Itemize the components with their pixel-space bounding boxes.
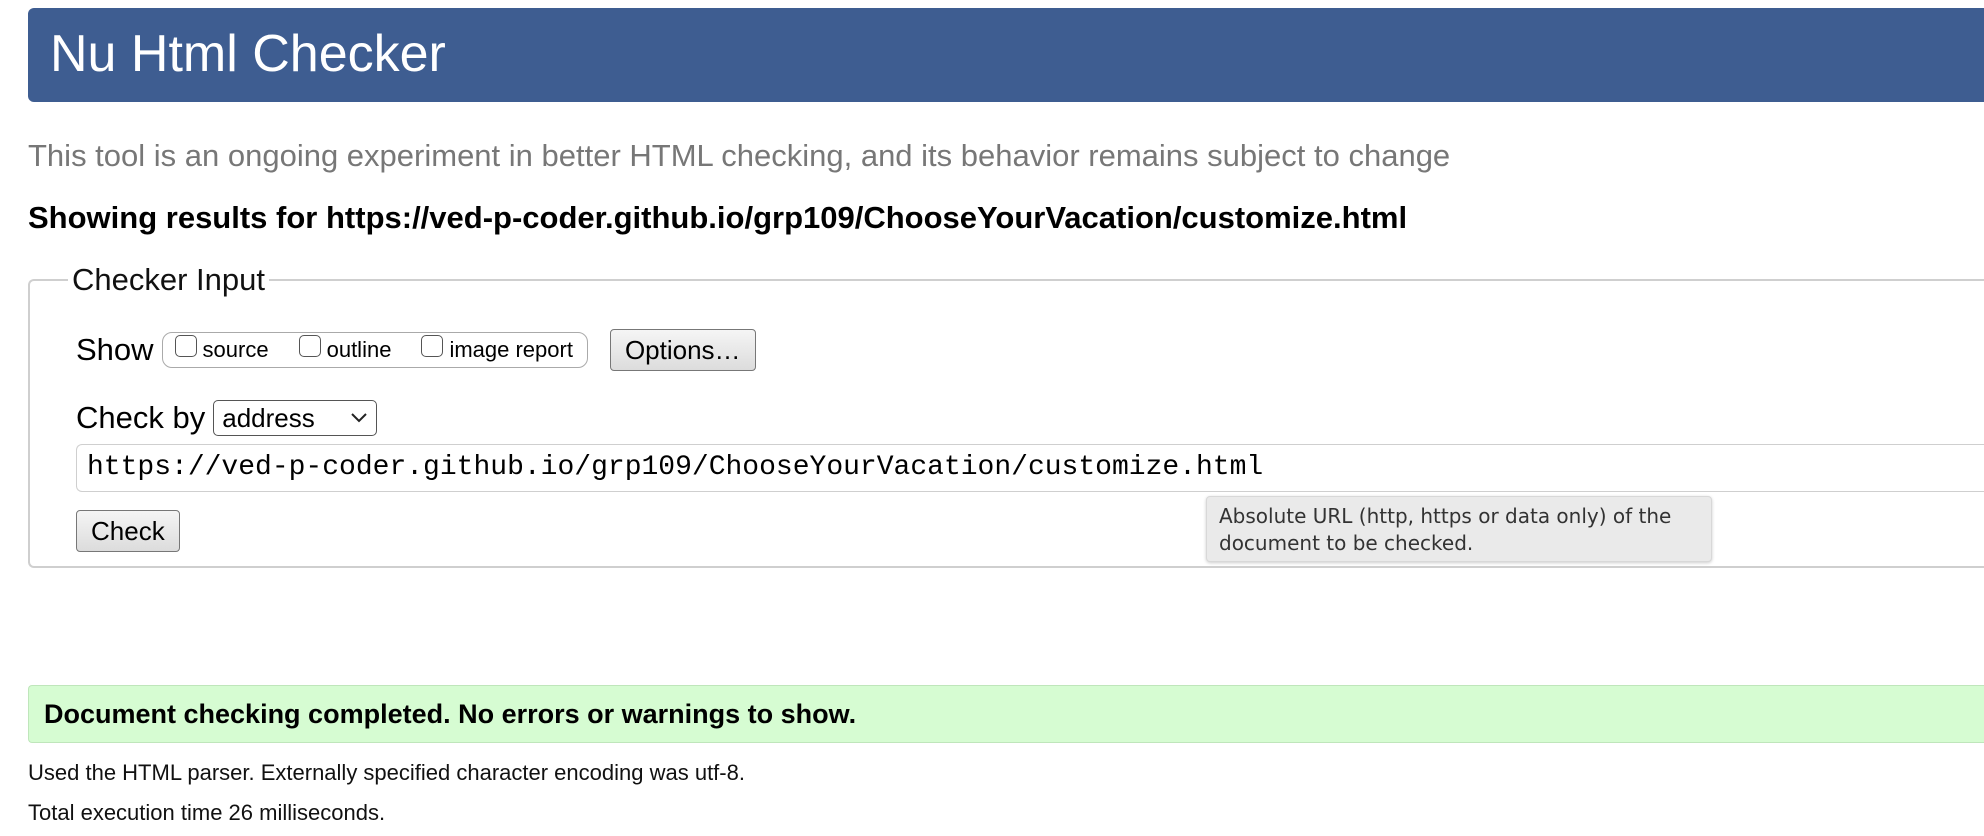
- check-by-select[interactable]: address: [213, 400, 378, 436]
- outline-checkbox[interactable]: [298, 335, 321, 357]
- show-outline-option[interactable]: outline: [298, 335, 392, 363]
- check-by-selected-value: address: [222, 402, 315, 433]
- outline-label: outline: [326, 337, 392, 362]
- image-report-checkbox[interactable]: [421, 335, 444, 357]
- parser-info: Used the HTML parser. Externally specifi…: [28, 760, 745, 785]
- show-row: Show source outline image report Options…: [76, 329, 756, 371]
- chevron-down-icon: [351, 413, 367, 423]
- show-label: Show: [76, 332, 154, 367]
- check-by-label: Check by: [76, 400, 206, 435]
- tool-description: This tool is an ongoing experiment in be…: [28, 138, 1451, 173]
- source-label: source: [202, 337, 269, 362]
- page-title: Nu Html Checker: [50, 25, 446, 83]
- source-checkbox[interactable]: [174, 335, 197, 357]
- document-url-input[interactable]: https://ved-p-coder.github.io/grp109/Cho…: [76, 444, 1984, 492]
- execution-time-info: Total execution time 26 milliseconds.: [28, 800, 386, 825]
- show-image-report-option[interactable]: image report: [421, 335, 573, 363]
- page: Nu Html Checker This tool is an ongoing …: [0, 0, 1984, 836]
- image-report-label: image report: [449, 337, 573, 362]
- success-message: Document checking completed. No errors o…: [28, 685, 1984, 743]
- show-source-option[interactable]: source: [174, 335, 269, 363]
- results-url: https://ved-p-coder.github.io/grp109/Cho…: [325, 200, 1408, 235]
- show-options-group: source outline image report: [161, 332, 588, 368]
- results-heading: Showing results for https://ved-p-coder.…: [28, 200, 1407, 236]
- checker-input-legend: Checker Input: [72, 262, 265, 297]
- tooltip-line-1: Absolute URL (http, https or data only) …: [1219, 504, 1672, 528]
- results-prefix: Showing results for: [28, 200, 318, 235]
- check-button[interactable]: Check: [76, 510, 180, 552]
- header-banner: Nu Html Checker: [28, 8, 1984, 102]
- tooltip-line-2: document to be checked.: [1219, 531, 1474, 555]
- check-by-row: Check by address: [76, 400, 378, 436]
- url-tooltip: Absolute URL (http, https or data only) …: [1206, 496, 1712, 562]
- options-button[interactable]: Options…: [609, 329, 756, 371]
